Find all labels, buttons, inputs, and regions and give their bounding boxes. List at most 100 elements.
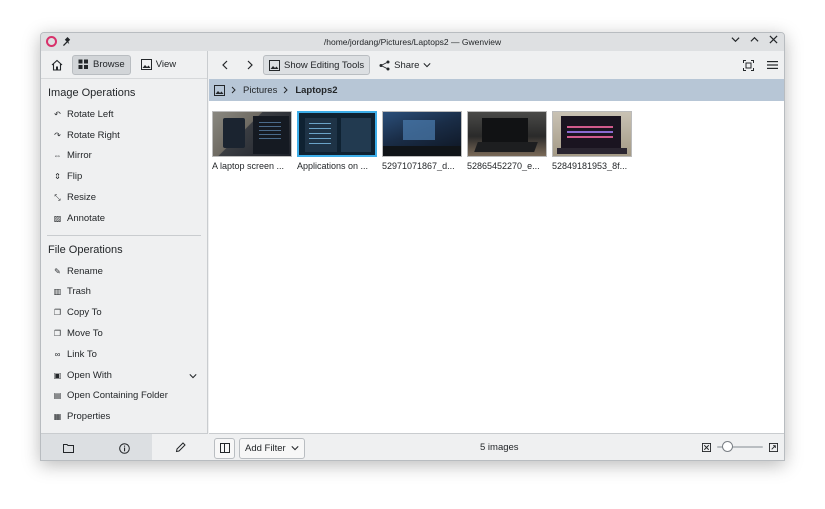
- thumbnail-caption: 52849181953_8f...: [552, 161, 628, 171]
- link-to-label: Link To: [67, 348, 97, 360]
- places-icon[interactable]: [214, 84, 225, 96]
- open-with-label: Open With: [67, 369, 112, 381]
- thumbnail-item[interactable]: 52971071867_d...: [382, 111, 462, 171]
- gwenview-window: /home/jordang/Pictures/Laptops2 — Gwenvi…: [40, 32, 785, 461]
- hamburger-menu-icon: [766, 61, 778, 69]
- back-button[interactable]: [215, 55, 235, 75]
- trash-icon: ▥: [53, 287, 62, 297]
- status-bar: Add Filter 5 images: [209, 433, 784, 460]
- toggle-sidebar-button[interactable]: [214, 437, 235, 459]
- open-containing-folder-label: Open Containing Folder: [67, 390, 168, 402]
- main-area: Show Editing Tools Share Pictures Laptop…: [209, 51, 784, 460]
- breadcrumb-item-laptops2[interactable]: Laptops2: [295, 85, 337, 96]
- thumbnail-image: [552, 111, 632, 157]
- rotate-right-action[interactable]: ↷ Rotate Right: [41, 125, 207, 146]
- fullscreen-button[interactable]: [738, 55, 758, 75]
- image-count: 5 images: [480, 442, 519, 453]
- thumbnail-view[interactable]: A laptop screen ... Applications on ...: [209, 101, 784, 433]
- resize-icon: ⤡: [54, 192, 61, 202]
- maximize-button[interactable]: [749, 35, 759, 48]
- folder-icon: [63, 444, 75, 453]
- flip-action[interactable]: ⇕ Flip: [41, 166, 207, 187]
- main-toolbar: Show Editing Tools Share: [209, 51, 784, 79]
- operations-tab[interactable]: [152, 434, 209, 460]
- browse-mode-button[interactable]: Browse: [72, 54, 131, 75]
- trash-action[interactable]: ▥ Trash: [41, 282, 207, 303]
- view-mode-label: View: [155, 59, 177, 70]
- link-icon: ∞: [54, 349, 61, 359]
- annotate-label: Annotate: [67, 212, 106, 224]
- folder-open-icon: ▤: [53, 391, 62, 401]
- view-mode-button[interactable]: View: [136, 55, 181, 75]
- thumbnail-caption: 52865452270_e...: [467, 161, 540, 171]
- properties-action[interactable]: ▦ Properties: [41, 406, 207, 427]
- chevron-down-icon: [291, 446, 299, 451]
- sidebar-toggle-icon: [219, 443, 230, 453]
- browse-mode-label: Browse: [93, 59, 125, 70]
- open-with-icon: ▣: [53, 370, 62, 380]
- move-icon: ❐: [53, 329, 62, 339]
- open-containing-folder-action[interactable]: ▤ Open Containing Folder: [41, 386, 207, 407]
- share-icon: [379, 60, 390, 70]
- fullscreen-icon: [742, 59, 754, 71]
- add-filter-button[interactable]: Add Filter: [239, 437, 305, 459]
- information-tab[interactable]: [96, 434, 153, 460]
- rename-action[interactable]: ✎ Rename: [41, 261, 207, 282]
- pin-icon[interactable]: [63, 37, 72, 46]
- mirror-label: Mirror: [67, 150, 92, 162]
- thumbnail-image: [297, 111, 377, 157]
- chevron-down-icon[interactable]: [189, 372, 197, 380]
- share-label: Share: [394, 59, 420, 71]
- thumbnail-item[interactable]: Applications on ...: [297, 111, 377, 171]
- zoom-slider-handle[interactable]: [722, 441, 733, 452]
- share-button[interactable]: Share: [374, 55, 436, 75]
- sidebar-tabs: [41, 433, 209, 460]
- mirror-action[interactable]: ⇔ Mirror: [41, 146, 207, 167]
- home-button[interactable]: [47, 55, 67, 75]
- chevron-right-icon: [247, 60, 253, 70]
- rotate-left-action[interactable]: ↶ Rotate Left: [41, 104, 207, 125]
- breadcrumb-separator-icon: [231, 86, 236, 94]
- move-to-action[interactable]: ❐ Move To: [41, 323, 207, 344]
- image-operations-title: Image Operations: [48, 87, 136, 99]
- show-editing-tools-button[interactable]: Show Editing Tools: [263, 55, 371, 75]
- annotate-action[interactable]: ▨ Annotate: [41, 208, 207, 229]
- folders-tab[interactable]: [41, 434, 97, 460]
- zoom-fit-icon[interactable]: [702, 442, 711, 452]
- title-bar[interactable]: /home/jordang/Pictures/Laptops2 — Gwenvi…: [41, 33, 784, 51]
- thumbnail-item[interactable]: 52849181953_8f...: [552, 111, 632, 171]
- image-icon: [140, 59, 152, 70]
- close-icon: [768, 35, 778, 44]
- zoom-controls: [702, 440, 778, 454]
- minimize-button[interactable]: [730, 35, 740, 48]
- copy-to-action[interactable]: ❐ Copy To: [41, 302, 207, 323]
- editing-tools-icon: [269, 59, 280, 71]
- gwenview-icon[interactable]: [46, 36, 57, 47]
- close-button[interactable]: [768, 35, 778, 48]
- forward-button[interactable]: [239, 55, 259, 75]
- resize-action[interactable]: ⤡ Resize: [41, 187, 207, 208]
- rename-label: Rename: [67, 265, 103, 277]
- rotate-right-icon: ↷: [54, 130, 61, 140]
- thumbnail-item[interactable]: A laptop screen ...: [212, 111, 292, 171]
- thumbnail-item[interactable]: 52865452270_e...: [467, 111, 547, 171]
- zoom-in-icon[interactable]: [769, 442, 778, 452]
- chevron-up-icon: [749, 36, 759, 42]
- properties-label: Properties: [67, 411, 111, 423]
- thumbnail-image: [212, 111, 292, 157]
- link-to-action[interactable]: ∞ Link To: [41, 344, 207, 365]
- breadcrumb: Pictures Laptops2: [209, 79, 784, 101]
- sidebar-mode-bar: Browse View: [41, 51, 207, 79]
- zoom-slider[interactable]: [717, 440, 763, 454]
- thumbnail-image: [467, 111, 547, 157]
- flip-label: Flip: [67, 171, 83, 183]
- main-menu-button[interactable]: [762, 55, 782, 75]
- thumbnail-caption: Applications on ...: [297, 161, 369, 171]
- open-with-action[interactable]: ▣ Open With: [41, 365, 207, 386]
- info-icon: [119, 442, 130, 454]
- annotate-icon: ▨: [53, 213, 62, 223]
- thumbnail-caption: 52971071867_d...: [382, 161, 455, 171]
- rename-icon: ✎: [54, 266, 61, 276]
- breadcrumb-item-pictures[interactable]: Pictures: [243, 85, 277, 96]
- rotate-left-label: Rotate Left: [67, 108, 114, 120]
